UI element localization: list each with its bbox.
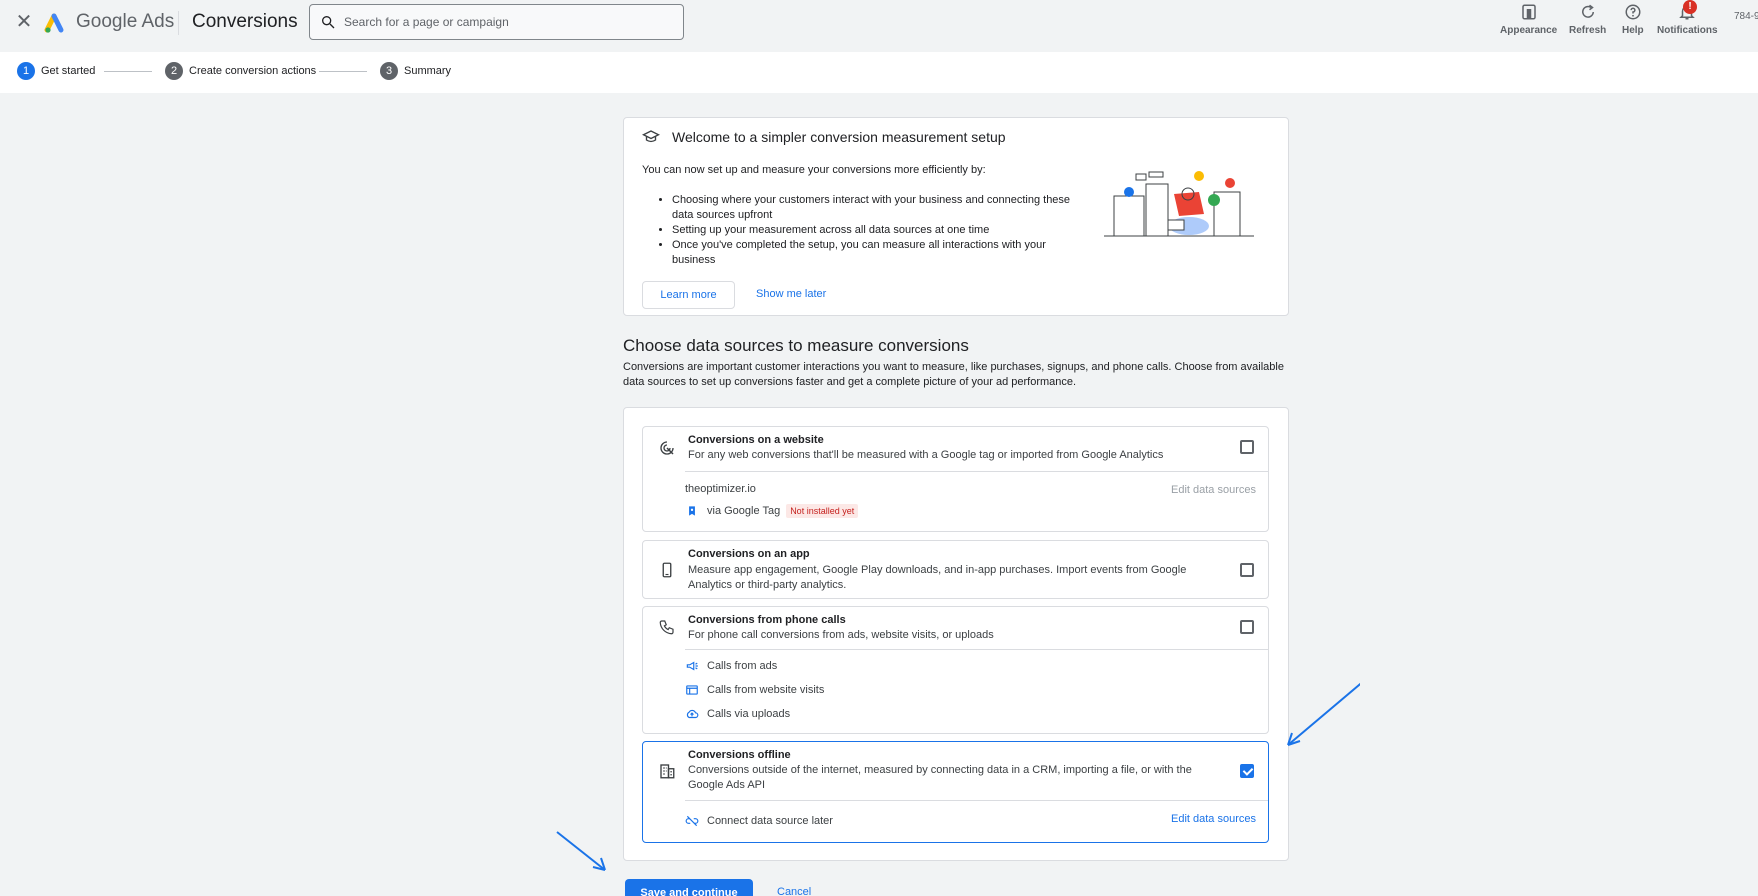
source-divider — [685, 800, 1268, 801]
learn-more-button[interactable]: Learn more — [642, 281, 735, 309]
welcome-card: Welcome to a simpler conversion measurem… — [623, 117, 1289, 316]
brand-divider — [178, 11, 179, 35]
building-icon — [660, 764, 675, 779]
top-bar: ✕ Google Ads Conversions Appearance Refr… — [0, 0, 1758, 44]
source-app[interactable]: Conversions on an app Measure app engage… — [642, 540, 1269, 599]
megaphone-icon — [686, 661, 698, 671]
welcome-header: Welcome to a simpler conversion measurem… — [642, 128, 1006, 146]
calls-from-ads-row: Calls from ads — [685, 659, 777, 673]
step-number: 2 — [165, 62, 183, 80]
step-number: 1 — [17, 62, 35, 80]
phone-calls-checkbox[interactable] — [1240, 620, 1254, 634]
website-domain: theoptimizer.io — [685, 483, 756, 495]
link-off-icon — [685, 815, 699, 827]
help-icon — [1625, 4, 1641, 20]
cloud-upload-icon — [686, 709, 699, 719]
offline-checkbox[interactable] — [1240, 764, 1254, 778]
welcome-bullet: Once you've completed the setup, you can… — [672, 238, 1092, 268]
welcome-bullets: Choosing where your customers interact w… — [672, 193, 1092, 268]
app-checkbox[interactable] — [1240, 563, 1254, 577]
help-button[interactable]: Help — [1622, 3, 1644, 36]
stepper: 1 Get started 2 Create conversion action… — [0, 52, 1758, 93]
cursor-click-icon — [660, 441, 674, 455]
phone-device-icon — [662, 562, 672, 578]
help-label: Help — [1622, 25, 1644, 36]
step-label: Get started — [41, 65, 96, 77]
source-title: Conversions offline — [688, 749, 791, 761]
account-id[interactable]: 784-9 — [1734, 11, 1758, 22]
notifications-label: Notifications — [1657, 25, 1718, 36]
step-create-conversion-actions[interactable]: 2 Create conversion actions — [165, 62, 316, 80]
connect-later-label: Connect data source later — [707, 815, 833, 827]
calls-via-uploads-row: Calls via uploads — [685, 707, 790, 721]
close-icon[interactable]: ✕ — [14, 12, 34, 32]
appearance-icon — [1521, 4, 1536, 20]
google-ads-logo — [44, 13, 64, 33]
step-connector — [104, 71, 152, 72]
data-sources-card: Conversions on a website For any web con… — [623, 407, 1289, 861]
refresh-label: Refresh — [1569, 25, 1607, 36]
calls-via-uploads-label: Calls via uploads — [707, 708, 791, 720]
source-divider — [685, 471, 1268, 472]
refresh-button[interactable]: Refresh — [1569, 3, 1606, 36]
step-connector — [319, 71, 367, 72]
source-offline[interactable]: Conversions offline Conversions outside … — [642, 741, 1269, 843]
phone-call-icon — [659, 620, 674, 635]
via-google-tag: via Google Tag — [707, 505, 781, 517]
search-icon — [322, 15, 335, 29]
welcome-bullet: Setting up your measurement across all d… — [672, 223, 1092, 238]
source-description: Measure app engagement, Google Play down… — [688, 564, 1187, 591]
show-me-later-link[interactable]: Show me later — [756, 288, 826, 300]
refresh-icon — [1581, 4, 1594, 18]
edit-data-sources-link[interactable]: Edit data sources — [1171, 484, 1256, 496]
step-get-started[interactable]: 1 Get started — [17, 62, 95, 80]
source-description: Conversions outside of the internet, mea… — [688, 764, 1192, 791]
appearance-label: Appearance — [1500, 25, 1558, 36]
graduation-cap-icon — [642, 130, 660, 143]
save-and-continue-button[interactable]: Save and continue — [625, 879, 753, 896]
section-description: Conversions are important customer inter… — [623, 361, 1284, 388]
step-label: Summary — [404, 65, 452, 77]
annotation-arrow-save — [556, 831, 606, 871]
welcome-title: Welcome to a simpler conversion measurem… — [672, 129, 1006, 145]
connect-later-row: Connect data source later — [685, 814, 833, 828]
search-box[interactable] — [309, 4, 684, 40]
google-tag-row: via Google Tag Not installed yet — [685, 504, 859, 518]
search-input[interactable] — [344, 15, 664, 29]
cancel-button[interactable]: Cancel — [777, 886, 811, 896]
welcome-bullet: Choosing where your customers interact w… — [672, 193, 1092, 223]
section-title: Choose data sources to measure conversio… — [623, 336, 969, 355]
website-checkbox[interactable] — [1240, 440, 1254, 454]
status-badge: Not installed yet — [786, 504, 859, 518]
web-window-icon — [686, 685, 698, 695]
step-label: Create conversion actions — [189, 65, 317, 77]
brand-name: Google Ads — [76, 11, 175, 32]
welcome-illustration — [1104, 171, 1254, 237]
source-title: Conversions on an app — [688, 548, 810, 560]
step-summary[interactable]: 3 Summary — [380, 62, 451, 80]
source-phone-calls[interactable]: Conversions from phone calls For phone c… — [642, 606, 1269, 734]
welcome-intro: You can now set up and measure your conv… — [642, 164, 986, 176]
notification-badge: ! — [1683, 0, 1697, 14]
edit-data-sources-link[interactable]: Edit data sources — [1171, 813, 1256, 825]
source-title: Conversions on a website — [688, 434, 824, 446]
page-title: Conversions — [192, 11, 298, 32]
source-description: For any web conversions that'll be measu… — [688, 449, 1164, 461]
source-divider — [685, 649, 1268, 650]
tag-icon — [689, 506, 695, 516]
step-number: 3 — [380, 62, 398, 80]
source-description: For phone call conversions from ads, web… — [688, 629, 994, 641]
calls-from-ads-label: Calls from ads — [707, 660, 778, 672]
appearance-button[interactable]: Appearance — [1500, 3, 1557, 36]
notifications-button[interactable]: Notifications ! — [1657, 0, 1718, 36]
calls-from-website-label: Calls from website visits — [707, 684, 825, 696]
annotation-arrow-offline — [1287, 682, 1360, 746]
source-title: Conversions from phone calls — [688, 614, 846, 626]
calls-from-website-row: Calls from website visits — [685, 683, 824, 697]
source-website[interactable]: Conversions on a website For any web con… — [642, 426, 1269, 532]
